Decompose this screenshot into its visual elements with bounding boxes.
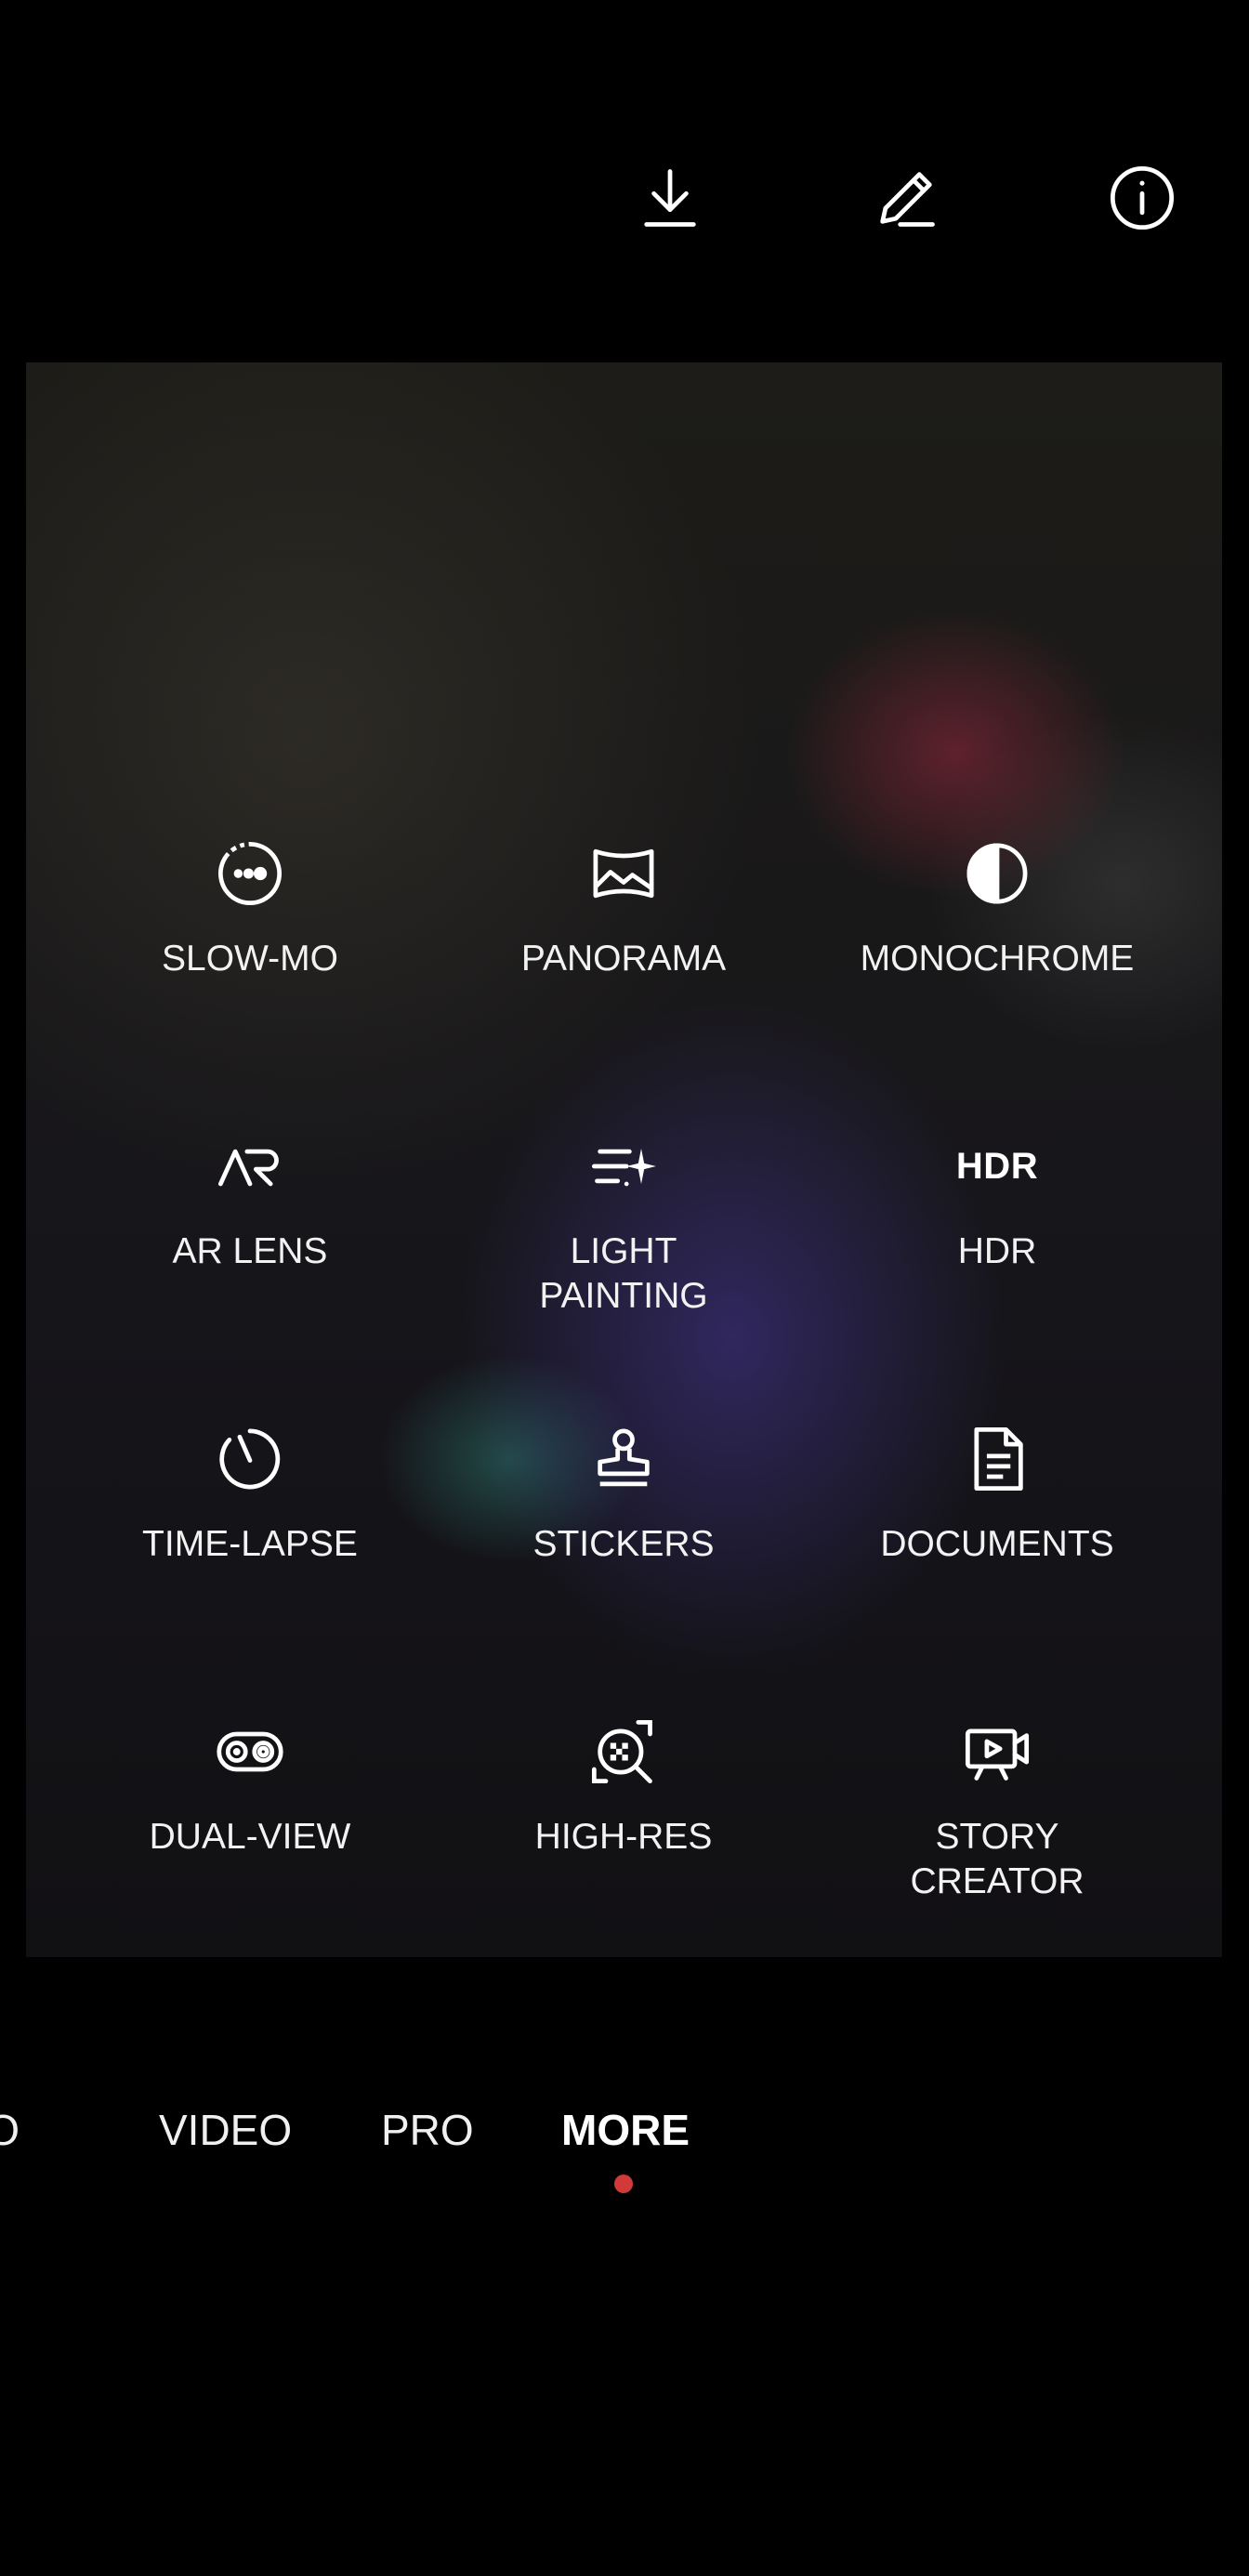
time-lapse-icon [213,1422,287,1496]
mode-label: HDR [957,1231,1037,1271]
info-icon [1107,163,1177,238]
hdr-icon: HDR [955,1145,1039,1187]
light-painting-icon [586,1129,661,1203]
dual-view-icon [213,1715,287,1789]
edit-pencil-icon [871,163,941,238]
mode-label: LIGHT PAINTING [539,1231,708,1316]
mode-ar-lens[interactable]: AR LENS [64,1129,436,1274]
mode-label: TIME-LAPSE [142,1524,358,1564]
mode-label: PANORAMA [520,939,727,979]
tab-pro[interactable]: PRO [381,2102,474,2158]
mode-hdr[interactable]: HDR HDR [811,1129,1183,1274]
slow-mo-icon [213,836,287,911]
camera-viewfinder: SLOW-MO PANORAMA MONOCHROME AR LENS LIGH… [26,362,1222,1957]
mode-label: MONOCHROME [860,939,1135,979]
mode-dual-view[interactable]: DUAL-VIEW [64,1715,436,1860]
info-button[interactable] [1091,149,1193,251]
mode-carousel: TO VIDEO PRO MORE [0,2102,1249,2158]
tab-video[interactable]: VIDEO [159,2102,292,2158]
mode-high-res[interactable]: HIGH-RES [438,1715,809,1860]
panorama-icon [586,836,661,911]
mode-label: STICKERS [532,1524,715,1564]
active-mode-indicator [614,2175,633,2193]
mode-label: DUAL-VIEW [149,1817,351,1857]
mode-light-painting[interactable]: LIGHT PAINTING [438,1129,809,1319]
mode-documents[interactable]: DOCUMENTS [811,1422,1183,1567]
download-icon [635,163,705,238]
tab-more[interactable]: MORE [561,2102,690,2158]
mode-slow-mo[interactable]: SLOW-MO [64,836,436,981]
mode-label: HIGH-RES [534,1817,713,1857]
stickers-icon [586,1422,661,1496]
mode-story-creator[interactable]: STORY CREATOR [811,1715,1183,1904]
mode-label: SLOW-MO [162,939,338,979]
download-button[interactable] [619,149,721,251]
top-toolbar [619,149,1193,251]
mode-time-lapse[interactable]: TIME-LAPSE [64,1422,436,1567]
story-creator-icon [960,1715,1034,1789]
mode-label: STORY CREATOR [910,1817,1085,1901]
mode-monochrome[interactable]: MONOCHROME [811,836,1183,981]
high-res-icon [586,1715,661,1789]
documents-icon [960,1422,1034,1496]
mode-label: DOCUMENTS [880,1524,1114,1564]
tab-photo[interactable]: TO [0,2102,20,2158]
mode-grid: SLOW-MO PANORAMA MONOCHROME AR LENS LIGH… [26,362,1222,1957]
ar-lens-icon [213,1129,287,1203]
mode-stickers[interactable]: STICKERS [438,1422,809,1567]
mode-label: AR LENS [172,1231,328,1271]
edit-button[interactable] [855,149,957,251]
mode-panorama[interactable]: PANORAMA [438,836,809,981]
monochrome-icon [960,836,1034,911]
